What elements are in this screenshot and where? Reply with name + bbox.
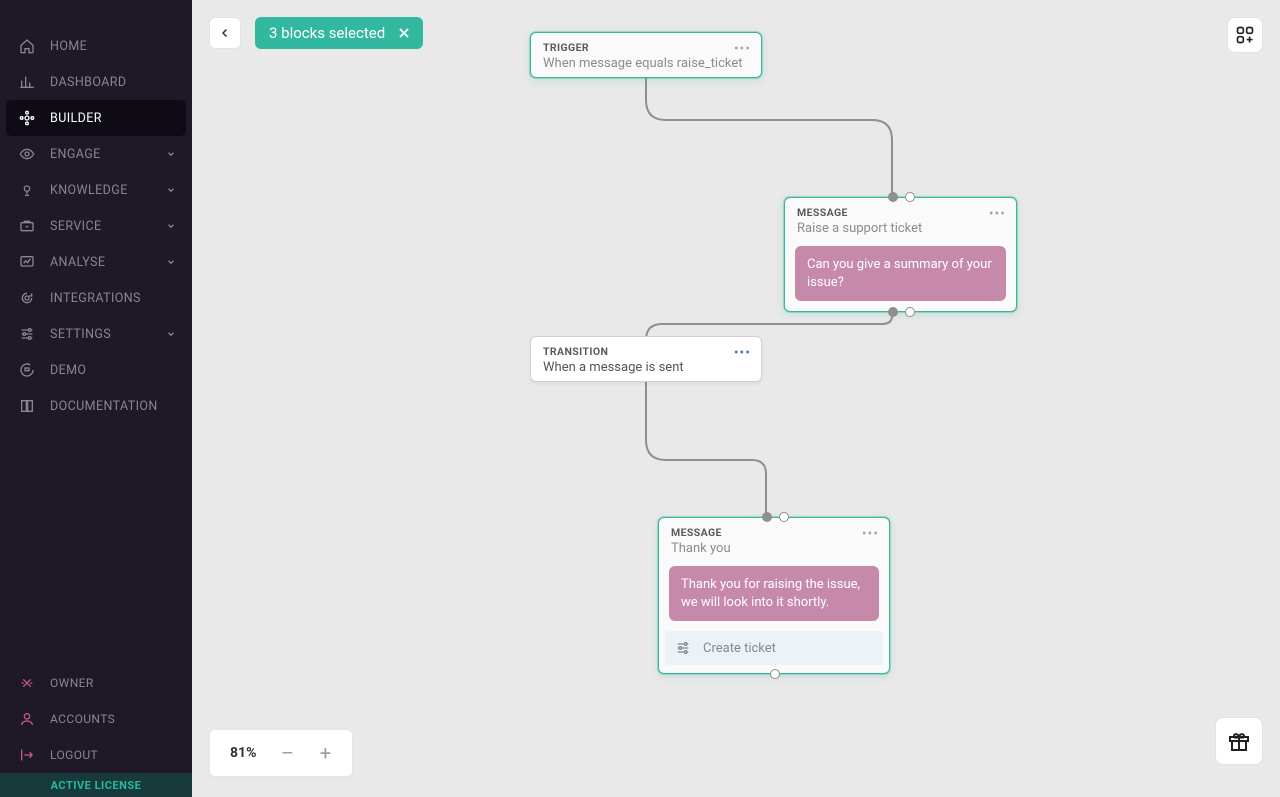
node-menu-button[interactable]: ••• — [734, 41, 751, 57]
chevron-down-icon — [164, 147, 178, 161]
node-menu-button[interactable]: ••• — [734, 345, 751, 361]
accounts-icon — [18, 710, 36, 728]
clear-selection-button[interactable] — [395, 24, 413, 42]
node-menu-button[interactable]: ••• — [989, 206, 1006, 222]
node-message-1[interactable]: MESSAGE Raise a support ticket ••• Can y… — [784, 197, 1017, 312]
chevron-down-icon — [164, 255, 178, 269]
sidebar-item-label: ANALYSE — [50, 255, 164, 270]
zoom-control: 81% – + — [209, 729, 353, 777]
back-button[interactable] — [209, 17, 241, 49]
message-bubble: Can you give a summary of your issue? — [795, 246, 1006, 301]
chevron-down-icon — [164, 183, 178, 197]
node-title: When message equals raise_ticket — [543, 56, 749, 71]
gift-button[interactable] — [1215, 717, 1263, 765]
sliders-icon — [675, 639, 693, 657]
port-out[interactable] — [888, 307, 898, 317]
sidebar-item-logout[interactable]: LOGOUT — [0, 737, 192, 773]
zoom-value: 81% — [218, 745, 268, 761]
analyse-icon — [18, 253, 36, 271]
sidebar-item-label: DEMO — [50, 363, 178, 378]
zoom-in-button[interactable]: + — [306, 741, 344, 765]
demo-icon — [18, 361, 36, 379]
node-type-label: TRANSITION — [543, 345, 749, 358]
sidebar-item-label: INTEGRATIONS — [50, 291, 178, 306]
license-label: ACTIVE LICENSE — [51, 779, 142, 792]
sidebar-item-owner[interactable]: OWNER — [0, 665, 192, 701]
node-type-label: TRIGGER — [543, 41, 749, 54]
sidebar: HOME DASHBOARD BUILDER ENGAGE — [0, 0, 192, 797]
selection-count-label: 3 blocks selected — [269, 24, 385, 42]
gift-icon — [1227, 729, 1251, 753]
sidebar-item-demo[interactable]: DEMO — [0, 352, 192, 388]
node-transition[interactable]: TRANSITION When a message is sent ••• — [530, 336, 762, 382]
documentation-icon — [18, 397, 36, 415]
sidebar-item-label: LOGOUT — [50, 748, 178, 762]
license-status: ACTIVE LICENSE — [0, 773, 192, 797]
message-bubble: Thank you for raising the issue, we will… — [669, 566, 879, 621]
node-type-label: MESSAGE — [797, 206, 1004, 219]
sidebar-item-home[interactable]: HOME — [0, 28, 192, 64]
sidebar-item-integrations[interactable]: INTEGRATIONS — [0, 280, 192, 316]
selection-indicator: 3 blocks selected — [255, 17, 423, 49]
sidebar-item-label: BUILDER — [50, 111, 172, 126]
node-action-row[interactable]: Create ticket — [665, 631, 883, 665]
chevron-down-icon — [164, 219, 178, 233]
node-message-2[interactable]: MESSAGE Thank you ••• Thank you for rais… — [658, 517, 890, 674]
add-block-icon — [1235, 25, 1255, 45]
port-out-alt[interactable] — [905, 307, 915, 317]
home-icon — [18, 37, 36, 55]
sidebar-item-label: OWNER — [50, 676, 178, 690]
sidebar-item-label: DOCUMENTATION — [50, 399, 178, 414]
dashboard-icon — [18, 73, 36, 91]
sidebar-item-label: HOME — [50, 39, 178, 54]
sidebar-item-label: ACCOUNTS — [50, 712, 178, 726]
sidebar-item-settings[interactable]: SETTINGS — [0, 316, 192, 352]
service-icon — [18, 217, 36, 235]
connection-wires — [192, 0, 1280, 797]
node-title: Thank you — [671, 541, 877, 556]
sidebar-item-accounts[interactable]: ACCOUNTS — [0, 701, 192, 737]
settings-icon — [18, 325, 36, 343]
owner-icon — [18, 674, 36, 692]
logout-icon — [18, 746, 36, 764]
sidebar-item-knowledge[interactable]: KNOWLEDGE — [0, 172, 192, 208]
sidebar-item-label: DASHBOARD — [50, 75, 178, 90]
add-block-button[interactable] — [1227, 17, 1263, 53]
chevron-down-icon — [164, 327, 178, 341]
knowledge-icon — [18, 181, 36, 199]
port-out[interactable] — [770, 669, 780, 679]
action-label: Create ticket — [703, 641, 776, 656]
engage-icon — [18, 145, 36, 163]
node-title: When a message is sent — [543, 360, 749, 375]
sidebar-item-label: SETTINGS — [50, 327, 164, 342]
sidebar-item-builder[interactable]: BUILDER — [6, 100, 186, 136]
builder-canvas[interactable]: 3 blocks selected 81% – + TRIGGER When m… — [192, 0, 1280, 797]
integrations-icon — [18, 289, 36, 307]
sidebar-item-dashboard[interactable]: DASHBOARD — [0, 64, 192, 100]
sidebar-item-documentation[interactable]: DOCUMENTATION — [0, 388, 192, 424]
sidebar-item-label: ENGAGE — [50, 147, 164, 162]
node-menu-button[interactable]: ••• — [862, 526, 879, 542]
close-icon — [397, 26, 411, 40]
sidebar-item-service[interactable]: SERVICE — [0, 208, 192, 244]
chevron-left-icon — [219, 27, 231, 39]
node-title: Raise a support ticket — [797, 221, 1004, 236]
builder-icon — [18, 109, 36, 127]
node-trigger[interactable]: TRIGGER When message equals raise_ticket… — [530, 32, 762, 78]
zoom-out-button[interactable]: – — [268, 741, 306, 765]
sidebar-item-analyse[interactable]: ANALYSE — [0, 244, 192, 280]
sidebar-item-label: KNOWLEDGE — [50, 183, 164, 198]
node-type-label: MESSAGE — [671, 526, 877, 539]
sidebar-item-label: SERVICE — [50, 219, 164, 234]
sidebar-item-engage[interactable]: ENGAGE — [0, 136, 192, 172]
